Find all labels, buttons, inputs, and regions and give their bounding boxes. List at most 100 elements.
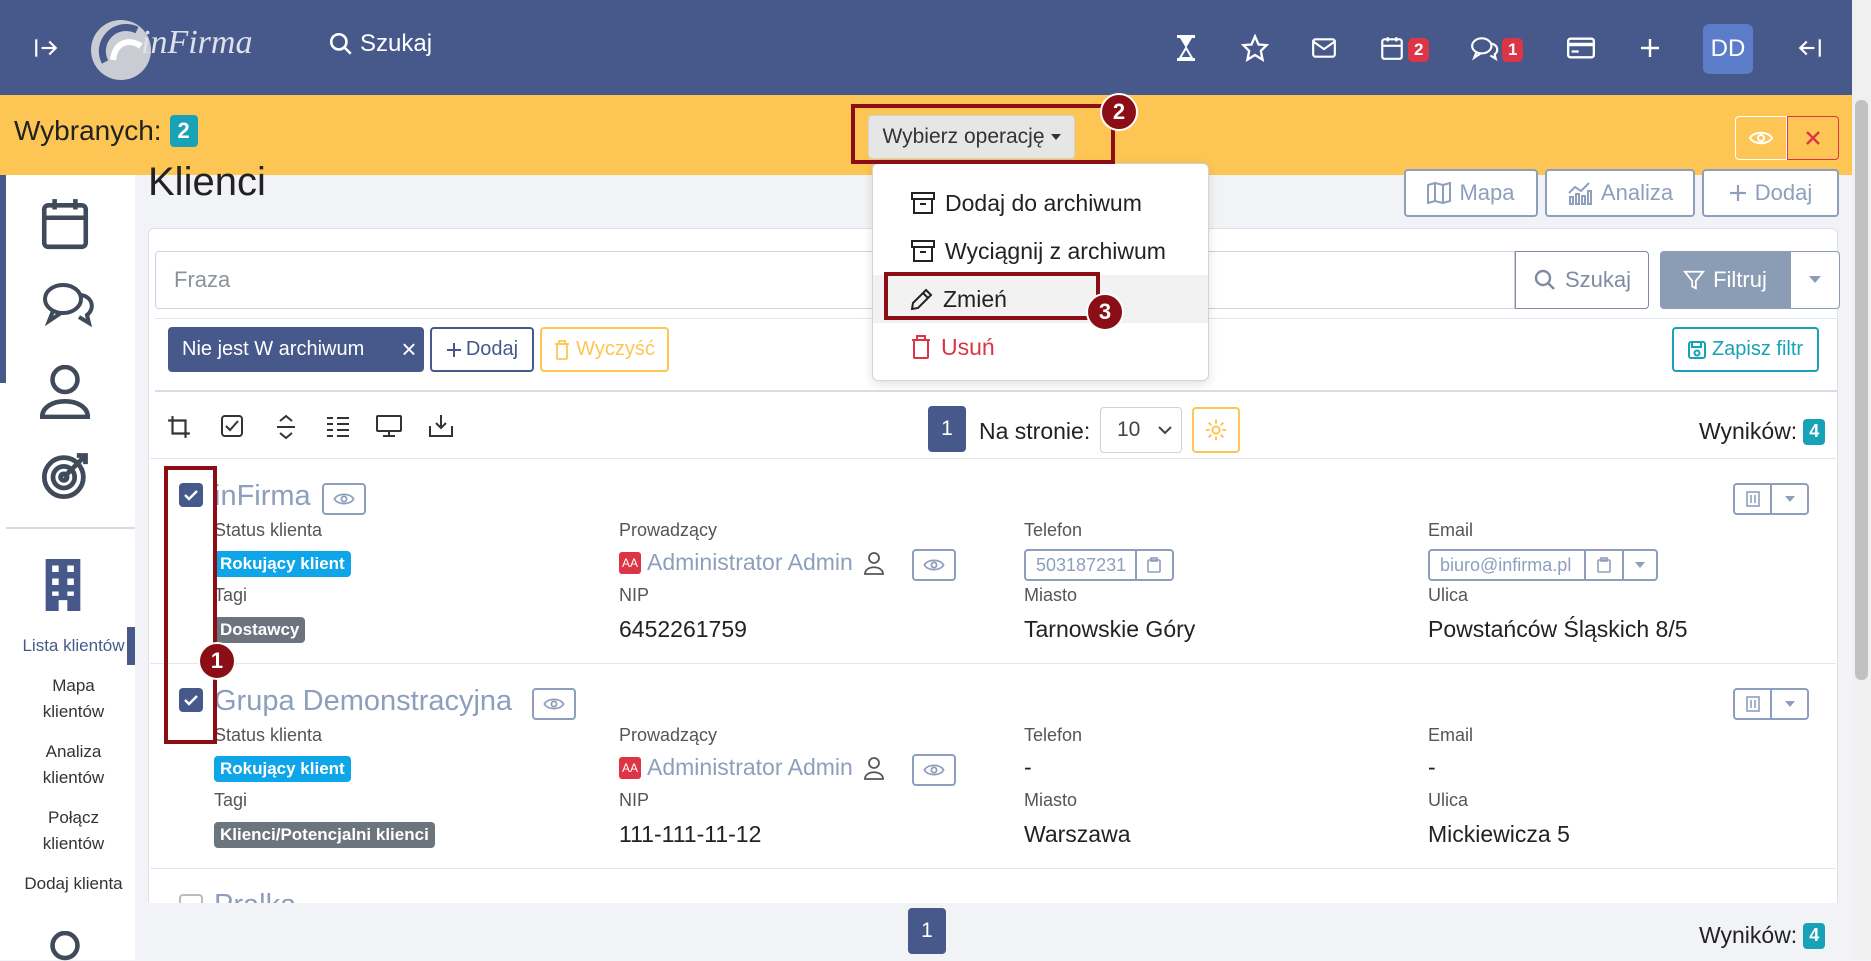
search-label: Szukaj (360, 30, 433, 57)
building-icon[interactable] (1735, 690, 1770, 718)
crop-icon[interactable] (166, 414, 196, 444)
owner-preview-button[interactable] (912, 754, 956, 786)
clear-selection-button[interactable] (1787, 116, 1839, 160)
client-name[interactable]: Grupa Demonstracyjna (214, 685, 512, 718)
search-icon (329, 32, 352, 55)
email-value[interactable]: biuro@infirma.pl (1430, 555, 1584, 576)
street-label: Ulica (1428, 790, 1469, 810)
save-filter-label: Zapisz filtr (1711, 338, 1804, 360)
settings-button[interactable] (1192, 407, 1240, 453)
menu-item-delete[interactable]: Usuń (873, 323, 1208, 371)
page-title: Klienci (148, 160, 266, 204)
per-page-value: 10 (1117, 418, 1141, 441)
save-filter-button[interactable]: Zapisz filtr (1672, 327, 1819, 372)
phrase-search-input[interactable]: Fraza (155, 251, 1515, 309)
client-name[interactable]: Pralka (214, 889, 296, 903)
owner-preview-button[interactable] (912, 549, 956, 581)
download-icon[interactable] (428, 414, 458, 444)
sidebar-link-merge-clients[interactable]: Połącz klientów (0, 805, 147, 857)
building-icon[interactable] (1735, 485, 1770, 513)
remove-filter-icon[interactable]: × (394, 327, 424, 372)
archive-icon (911, 240, 935, 262)
search-button[interactable]: Szukaj (1515, 251, 1649, 309)
sidebar-target-icon[interactable] (40, 449, 102, 511)
map-button[interactable]: Mapa (1404, 169, 1538, 217)
sidebar-user2-icon[interactable] (40, 931, 102, 961)
email-label: Email (1428, 725, 1474, 745)
phone-label: Telefon (1024, 520, 1083, 540)
menu-item-add-to-archive[interactable]: Dodaj do archiwum (873, 179, 1208, 227)
filter-dropdown-toggle[interactable] (1790, 251, 1840, 309)
star-icon[interactable] (1235, 28, 1275, 68)
sidebar-chat-icon[interactable] (40, 279, 102, 341)
monitor-icon[interactable] (376, 414, 406, 444)
row-checkbox[interactable] (179, 894, 203, 903)
client-preview-button[interactable] (532, 688, 576, 720)
phone-field-group[interactable]: 503187231 (1024, 549, 1174, 581)
per-page-select[interactable]: 10 (1100, 407, 1182, 453)
analysis-button[interactable]: Analiza (1545, 169, 1695, 217)
email-field-group[interactable]: biuro@infirma.pl (1428, 549, 1658, 581)
pagination-page-1[interactable]: 1 (928, 406, 966, 452)
sidebar-building-icon[interactable] (40, 559, 102, 621)
brand-logo[interactable]: inFirma (85, 12, 280, 84)
filter-chip-archive[interactable]: Nie jest W archiwum (168, 327, 424, 372)
preview-selected-button[interactable] (1735, 116, 1787, 160)
plus-icon[interactable] (1630, 28, 1670, 68)
calendar-icon[interactable] (1372, 28, 1412, 68)
pagination-page-1-bottom[interactable]: 1 (908, 908, 946, 954)
clear-filters-button[interactable]: Wyczyść (540, 327, 669, 372)
client-row[interactable]: Pralka (150, 868, 1836, 903)
phone-label: Telefon (1024, 725, 1083, 745)
add-filter-button[interactable]: Dodaj (430, 327, 534, 372)
list-view-icon[interactable] (325, 414, 355, 444)
expand-sidebar-icon[interactable] (26, 28, 66, 68)
map-button-label: Mapa (1459, 180, 1515, 205)
chat-icon[interactable] (1465, 28, 1505, 68)
copy-email-icon[interactable] (1584, 551, 1622, 579)
eye-icon (543, 698, 565, 710)
menu-item-label: Dodaj do archiwum (945, 189, 1142, 216)
eye-icon (923, 764, 945, 776)
owner-name: Administrator Admin (647, 549, 853, 575)
plus-icon (1729, 185, 1746, 201)
owner-link[interactable]: AA Administrator Admin (619, 754, 885, 781)
close-icon (1806, 131, 1820, 145)
caret-down-icon[interactable] (1770, 690, 1807, 718)
selected-count-badge: 2 (169, 115, 198, 147)
sidebar-link-client-analysis[interactable]: Analiza klientów (0, 739, 147, 791)
status-label: Status klienta (214, 725, 323, 745)
filter-button[interactable]: Filtruj (1660, 251, 1790, 309)
select-all-icon[interactable] (220, 414, 250, 444)
eye-icon (923, 559, 945, 571)
save-icon (1687, 340, 1706, 359)
scrollbar-thumb[interactable] (1855, 100, 1868, 680)
add-client-button[interactable]: Dodaj (1702, 169, 1839, 217)
credit-card-icon[interactable] (1561, 28, 1601, 68)
caret-down-icon[interactable] (1770, 485, 1807, 513)
sidebar-link-client-map[interactable]: Mapa klientów (0, 673, 147, 725)
client-actions-group[interactable] (1733, 688, 1809, 720)
global-search-link[interactable]: Szukaj (328, 30, 432, 58)
client-name[interactable]: inFirma (214, 480, 311, 513)
logout-icon[interactable] (1790, 28, 1830, 68)
tag-badge: Klienci/Potencjalni klienci (214, 822, 435, 848)
expand-collapse-icon[interactable] (274, 414, 304, 444)
hourglass-icon[interactable] (1166, 28, 1206, 68)
client-preview-button[interactable] (322, 483, 366, 515)
sidebar-user-icon[interactable] (40, 365, 102, 427)
brand-name: inFirma (141, 24, 253, 61)
client-actions-group[interactable] (1733, 483, 1809, 515)
user-avatar[interactable]: DD (1703, 24, 1753, 74)
tags-label: Tagi (214, 790, 248, 810)
owner-link[interactable]: AA Administrator Admin (619, 549, 885, 576)
mail-icon[interactable] (1304, 28, 1344, 68)
phone-value[interactable]: 503187231 (1026, 555, 1135, 576)
menu-item-remove-from-archive[interactable]: Wyciągnij z archiwum (873, 227, 1208, 275)
tags-label: Tagi (214, 585, 248, 605)
copy-phone-icon[interactable] (1134, 551, 1172, 579)
email-dropdown-icon[interactable] (1622, 551, 1656, 579)
sidebar-calendar-icon[interactable] (40, 197, 102, 259)
sidebar-link-client-list[interactable]: Lista klientów (0, 633, 147, 659)
sidebar-link-add-client[interactable]: Dodaj klienta (0, 871, 147, 897)
